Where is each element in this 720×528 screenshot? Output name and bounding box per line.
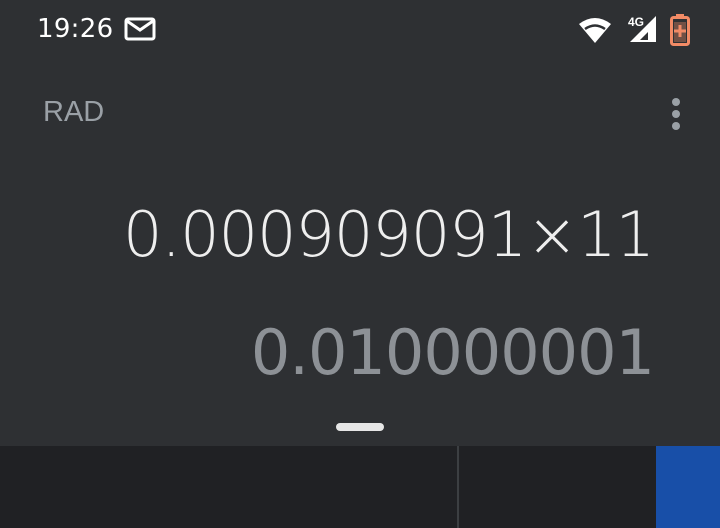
formula-display[interactable]: 0.000909091×11 xyxy=(123,198,655,271)
mail-icon xyxy=(124,17,156,41)
status-bar: 19:26 4G xyxy=(0,0,720,62)
result-preview[interactable]: 0.010000001 xyxy=(251,316,655,389)
status-clock: 19:26 xyxy=(37,14,114,44)
menu-dot xyxy=(672,98,680,106)
more-vert-icon[interactable] xyxy=(664,94,688,134)
angle-mode-label[interactable]: RAD xyxy=(43,96,104,129)
keypad-area xyxy=(0,446,720,528)
battery-charging-icon xyxy=(670,14,690,46)
wifi-icon xyxy=(579,18,611,43)
menu-dot xyxy=(672,122,680,130)
network-type-label: 4G xyxy=(628,15,645,29)
operator-pad[interactable] xyxy=(459,446,656,528)
drag-handle[interactable] xyxy=(336,423,384,431)
numeric-pad[interactable] xyxy=(0,446,457,528)
menu-dot xyxy=(672,110,680,118)
advanced-pad-tab[interactable] xyxy=(656,446,720,528)
